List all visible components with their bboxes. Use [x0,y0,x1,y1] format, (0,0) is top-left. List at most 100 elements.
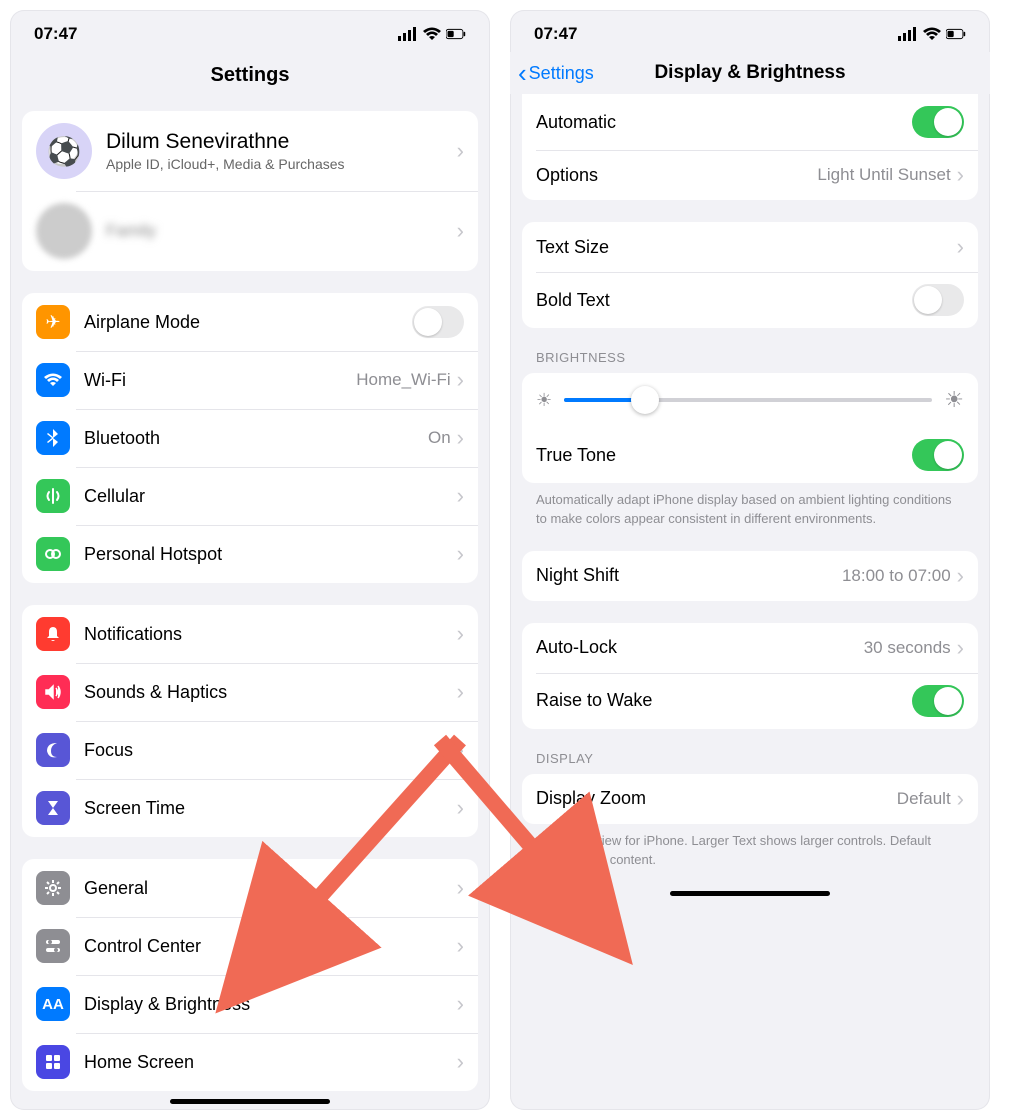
appearance-group: Automatic Options Light Until Sunset › [522,94,978,200]
profile-name: Dilum Senevirathne [106,130,457,154]
display-zoom-row[interactable]: Display Zoom Default › [522,774,978,824]
bluetooth-icon [36,421,70,455]
bold-text-switch[interactable] [912,284,964,316]
cellular-icon [36,479,70,513]
screentime-label: Screen Time [84,798,457,819]
apple-id-row[interactable]: ⚽ Dilum Senevirathne Apple ID, iCloud+, … [22,111,478,191]
cellular-row[interactable]: Cellular › [22,467,478,525]
status-indicators [898,24,966,44]
chevron-right-icon: › [957,234,964,260]
back-button[interactable]: ‹ Settings [518,63,594,84]
profile-group: ⚽ Dilum Senevirathne Apple ID, iCloud+, … [22,111,478,271]
family-label: Family [106,221,156,241]
chevron-right-icon: › [457,541,464,567]
chevron-right-icon: › [957,162,964,188]
battery-icon [946,24,966,44]
brightness-group: ☀ ☀ True Tone [522,373,978,483]
brightness-slider-row: ☀ ☀ [522,373,978,427]
airplane-mode-row[interactable]: ✈ Airplane Mode [22,293,478,351]
grid-icon [36,1045,70,1079]
sliders-icon [36,929,70,963]
nav-bar: ‹ Settings Display & Brightness [510,52,990,94]
night-shift-row[interactable]: Night Shift 18:00 to 07:00 › [522,551,978,601]
options-value: Light Until Sunset [817,165,950,185]
display-zoom-value: Default [897,789,951,809]
page-title: Settings [10,52,490,103]
true-tone-switch[interactable] [912,439,964,471]
home-screen-row[interactable]: Home Screen › [22,1033,478,1091]
brightness-slider[interactable] [564,398,932,402]
profile-subtitle: Apple ID, iCloud+, Media & Purchases [106,156,457,172]
automatic-label: Automatic [536,112,912,133]
screentime-row[interactable]: Screen Time › [22,779,478,837]
chevron-right-icon: › [457,795,464,821]
hourglass-icon [36,791,70,825]
hotspot-row[interactable]: Personal Hotspot › [22,525,478,583]
true-tone-row[interactable]: True Tone [522,427,978,483]
battery-icon [446,24,466,44]
raise-wake-switch[interactable] [912,685,964,717]
chevron-right-icon: › [457,218,464,244]
status-bar: 07:47 [10,10,490,52]
display-zoom-footer: Choose a view for iPhone. Larger Text sh… [510,832,990,870]
chevron-right-icon: › [457,483,464,509]
bluetooth-row[interactable]: Bluetooth On › [22,409,478,467]
focus-row[interactable]: Focus › [22,721,478,779]
home-screen-label: Home Screen [84,1052,457,1073]
chevron-right-icon: › [457,621,464,647]
status-bar: 07:47 [510,10,990,52]
notifications-row[interactable]: Notifications › [22,605,478,663]
auto-lock-row[interactable]: Auto-Lock 30 seconds › [522,623,978,673]
bold-text-label: Bold Text [536,290,912,311]
display-zoom-label: Display Zoom [536,788,897,809]
bold-text-row[interactable]: Bold Text [522,272,978,328]
display-brightness-screen: 07:47 ‹ Settings Display & Brightness Au… [510,10,990,1110]
control-center-label: Control Center [84,936,457,957]
display-label: Display & Brightness [84,994,457,1015]
text-size-label: Text Size [536,237,957,258]
true-tone-footer: Automatically adapt iPhone display based… [510,491,990,529]
avatar: ⚽ [36,123,92,179]
chevron-right-icon: › [457,138,464,164]
wifi-row[interactable]: Wi-Fi Home_Wi-Fi › [22,351,478,409]
wifi-icon [36,363,70,397]
chevron-right-icon: › [957,635,964,661]
display-brightness-row[interactable]: AA Display & Brightness › [22,975,478,1033]
raise-wake-row[interactable]: Raise to Wake [522,673,978,729]
chevron-right-icon: › [457,875,464,901]
automatic-row[interactable]: Automatic [522,94,978,150]
general-row[interactable]: General › [22,859,478,917]
sounds-row[interactable]: Sounds & Haptics › [22,663,478,721]
connectivity-group: ✈ Airplane Mode Wi-Fi Home_Wi-Fi › Bluet… [22,293,478,583]
status-time: 07:47 [534,24,577,44]
automatic-switch[interactable] [912,106,964,138]
family-avatar [36,203,92,259]
text-size-row[interactable]: Text Size › [522,222,978,272]
true-tone-label: True Tone [536,445,912,466]
hotspot-label: Personal Hotspot [84,544,457,565]
family-row[interactable]: Family › [22,191,478,271]
chevron-right-icon: › [457,367,464,393]
chevron-right-icon: › [457,991,464,1017]
chevron-left-icon: ‹ [518,64,527,82]
night-shift-value: 18:00 to 07:00 [842,566,951,586]
bluetooth-value: On [428,428,451,448]
settings-screen: 07:47 Settings ⚽ Dilum Senevirathne Appl… [10,10,490,1110]
focus-label: Focus [84,740,457,761]
control-center-row[interactable]: Control Center › [22,917,478,975]
chevron-right-icon: › [457,679,464,705]
hotspot-icon [36,537,70,571]
options-label: Options [536,165,817,186]
bell-icon [36,617,70,651]
notifications-group: Notifications › Sounds & Haptics › Focus… [22,605,478,837]
airplane-switch[interactable] [412,306,464,338]
general-group: General › Control Center › AA Display & … [22,859,478,1091]
general-label: General [84,878,457,899]
lock-group: Auto-Lock 30 seconds › Raise to Wake [522,623,978,729]
chevron-right-icon: › [457,933,464,959]
sun-small-icon: ☀ [536,390,552,411]
notifications-label: Notifications [84,624,457,645]
options-row[interactable]: Options Light Until Sunset › [522,150,978,200]
sounds-label: Sounds & Haptics [84,682,457,703]
auto-lock-label: Auto-Lock [536,637,864,658]
